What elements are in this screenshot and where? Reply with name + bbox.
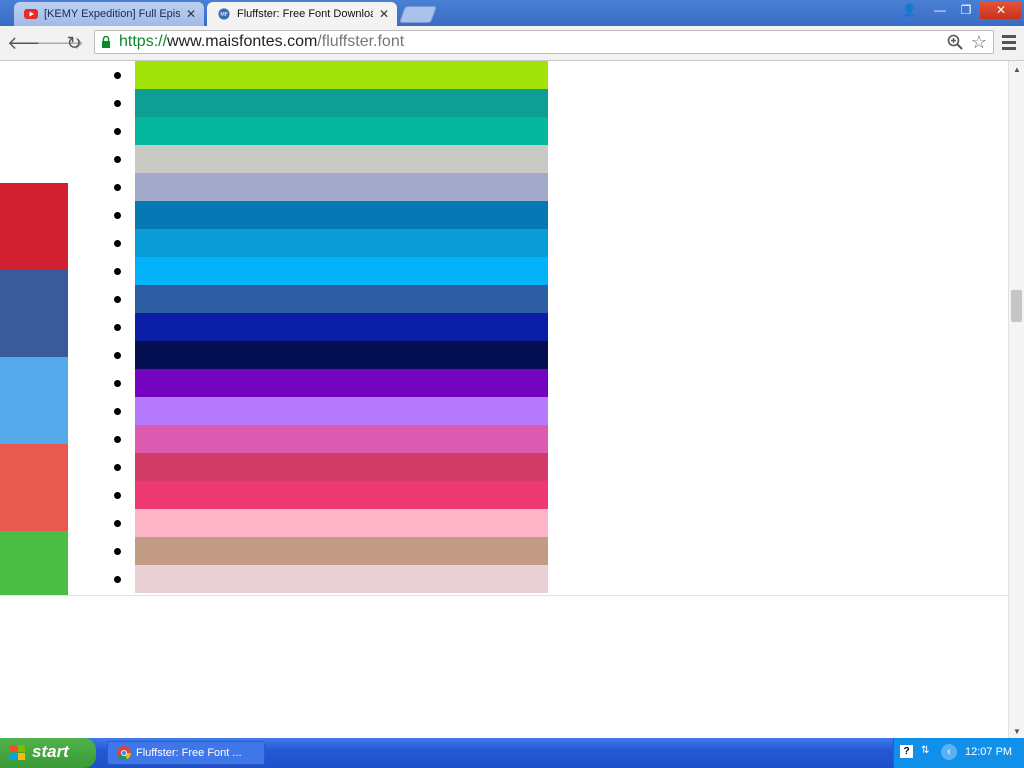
list-bullet (114, 464, 121, 471)
zoom-icon[interactable] (947, 34, 963, 50)
tab-fluffster[interactable]: MF Fluffster: Free Font Downloa ✕ (207, 2, 397, 26)
system-tray: ? ⇅ ‹ 12:07 PM (893, 738, 1024, 768)
palette-swatch[interactable] (135, 341, 548, 369)
content-divider (0, 595, 1008, 596)
social-share-block[interactable] (0, 357, 68, 444)
palette-swatch[interactable] (135, 397, 548, 425)
reload-icon[interactable]: ↻ (64, 33, 84, 53)
palette-swatch[interactable] (135, 425, 548, 453)
start-label: start (32, 742, 69, 761)
palette-swatch[interactable] (135, 201, 548, 229)
clock: 12:07 PM (965, 746, 1013, 758)
social-share-block[interactable] (0, 531, 68, 595)
list-bullet (114, 576, 121, 583)
palette-swatch[interactable] (135, 453, 548, 481)
list-bullet (114, 520, 121, 527)
minimize-button[interactable]: — (927, 1, 953, 19)
url-scheme: https:// (119, 33, 168, 50)
social-share-block[interactable] (0, 183, 68, 270)
palette-swatch[interactable] (135, 285, 548, 313)
url-text[interactable]: https://www.maisfontes.com/fluffster.fon… (119, 33, 404, 51)
url-host: www.maisfontes.com (167, 33, 318, 50)
social-sidebar (0, 183, 68, 595)
list-bullet (114, 548, 121, 555)
palette-swatch[interactable] (135, 257, 548, 285)
url-path: /fluffster.font (317, 33, 405, 50)
list-bullet (114, 436, 121, 443)
page-viewport (0, 61, 1008, 738)
windows-flag-icon (10, 745, 25, 760)
taskbar-item-label: Fluffster: Free Font ... (136, 747, 242, 759)
maisfontes-icon: MF (218, 8, 230, 20)
palette-swatch[interactable] (135, 117, 548, 145)
new-tab-button[interactable] (398, 6, 438, 23)
title-bar: [KEMY Expedition] Full Episod ✕ MF Fluff… (0, 0, 1024, 26)
list-bullet (114, 324, 121, 331)
palette-swatch[interactable] (135, 61, 548, 89)
lock-icon (102, 36, 110, 48)
list-bullet (114, 408, 121, 415)
tab-close-icon[interactable]: ✕ (379, 2, 389, 26)
list-bullet (114, 492, 121, 499)
help-icon[interactable]: ? (900, 745, 913, 758)
social-share-block[interactable] (0, 270, 68, 357)
color-palette-list (135, 61, 548, 593)
start-button[interactable]: start (0, 738, 96, 768)
palette-swatch[interactable] (135, 537, 548, 565)
palette-swatch[interactable] (135, 369, 548, 397)
list-bullet (114, 352, 121, 359)
vertical-scrollbar[interactable]: ▲ ▼ (1008, 61, 1024, 738)
browser-toolbar: 🡐 🡒 ↻ https://www.maisfontes.com/fluffst… (0, 26, 1024, 61)
svg-text:MF: MF (220, 12, 227, 18)
list-bullet (114, 212, 121, 219)
tab-label: Fluffster: Free Font Downloa (237, 8, 373, 20)
palette-swatch[interactable] (135, 509, 548, 537)
list-bullet (114, 240, 121, 247)
scroll-up-icon[interactable]: ▲ (1013, 65, 1021, 74)
palette-swatch[interactable] (135, 173, 548, 201)
tab-label: [KEMY Expedition] Full Episod (44, 8, 180, 20)
list-bullet (114, 128, 121, 135)
taskbar: start Fluffster: Free Font ... ? ⇅ ‹ 12:… (0, 738, 1024, 768)
restore-button[interactable]: ❐ (953, 1, 979, 19)
list-bullet (114, 296, 121, 303)
menu-icon[interactable] (1002, 35, 1016, 53)
palette-swatch[interactable] (135, 565, 548, 593)
palette-swatch[interactable] (135, 229, 548, 257)
tab-kemy-expedition[interactable]: [KEMY Expedition] Full Episod ✕ (14, 2, 204, 26)
list-bullet (114, 100, 121, 107)
list-bullet (114, 268, 121, 275)
palette-swatch[interactable] (135, 89, 548, 117)
network-icon[interactable]: ⇅ (921, 745, 933, 759)
list-bullet (114, 72, 121, 79)
list-bullet (114, 184, 121, 191)
palette-swatch[interactable] (135, 313, 548, 341)
user-icon[interactable]: 👤 (896, 1, 922, 19)
list-bullet (114, 380, 121, 387)
list-bullet (114, 156, 121, 163)
bookmark-star-icon[interactable]: ☆ (971, 32, 987, 53)
scroll-thumb[interactable] (1011, 290, 1022, 322)
back-icon[interactable]: 🡐 (7, 33, 55, 53)
address-bar[interactable]: https://www.maisfontes.com/fluffster.fon… (94, 30, 994, 54)
taskbar-item-chrome[interactable]: Fluffster: Free Font ... (107, 741, 265, 765)
palette-swatch[interactable] (135, 481, 548, 509)
social-share-block[interactable] (0, 444, 68, 531)
youtube-icon (24, 9, 38, 19)
scroll-down-icon[interactable]: ▼ (1013, 727, 1021, 736)
chrome-icon (117, 746, 131, 760)
tray-expand-icon[interactable]: ‹ (941, 744, 957, 760)
close-button[interactable]: ✕ (980, 1, 1022, 19)
forward-icon[interactable]: 🡒 (36, 33, 84, 53)
tab-close-icon[interactable]: ✕ (186, 2, 196, 26)
palette-swatch[interactable] (135, 145, 548, 173)
